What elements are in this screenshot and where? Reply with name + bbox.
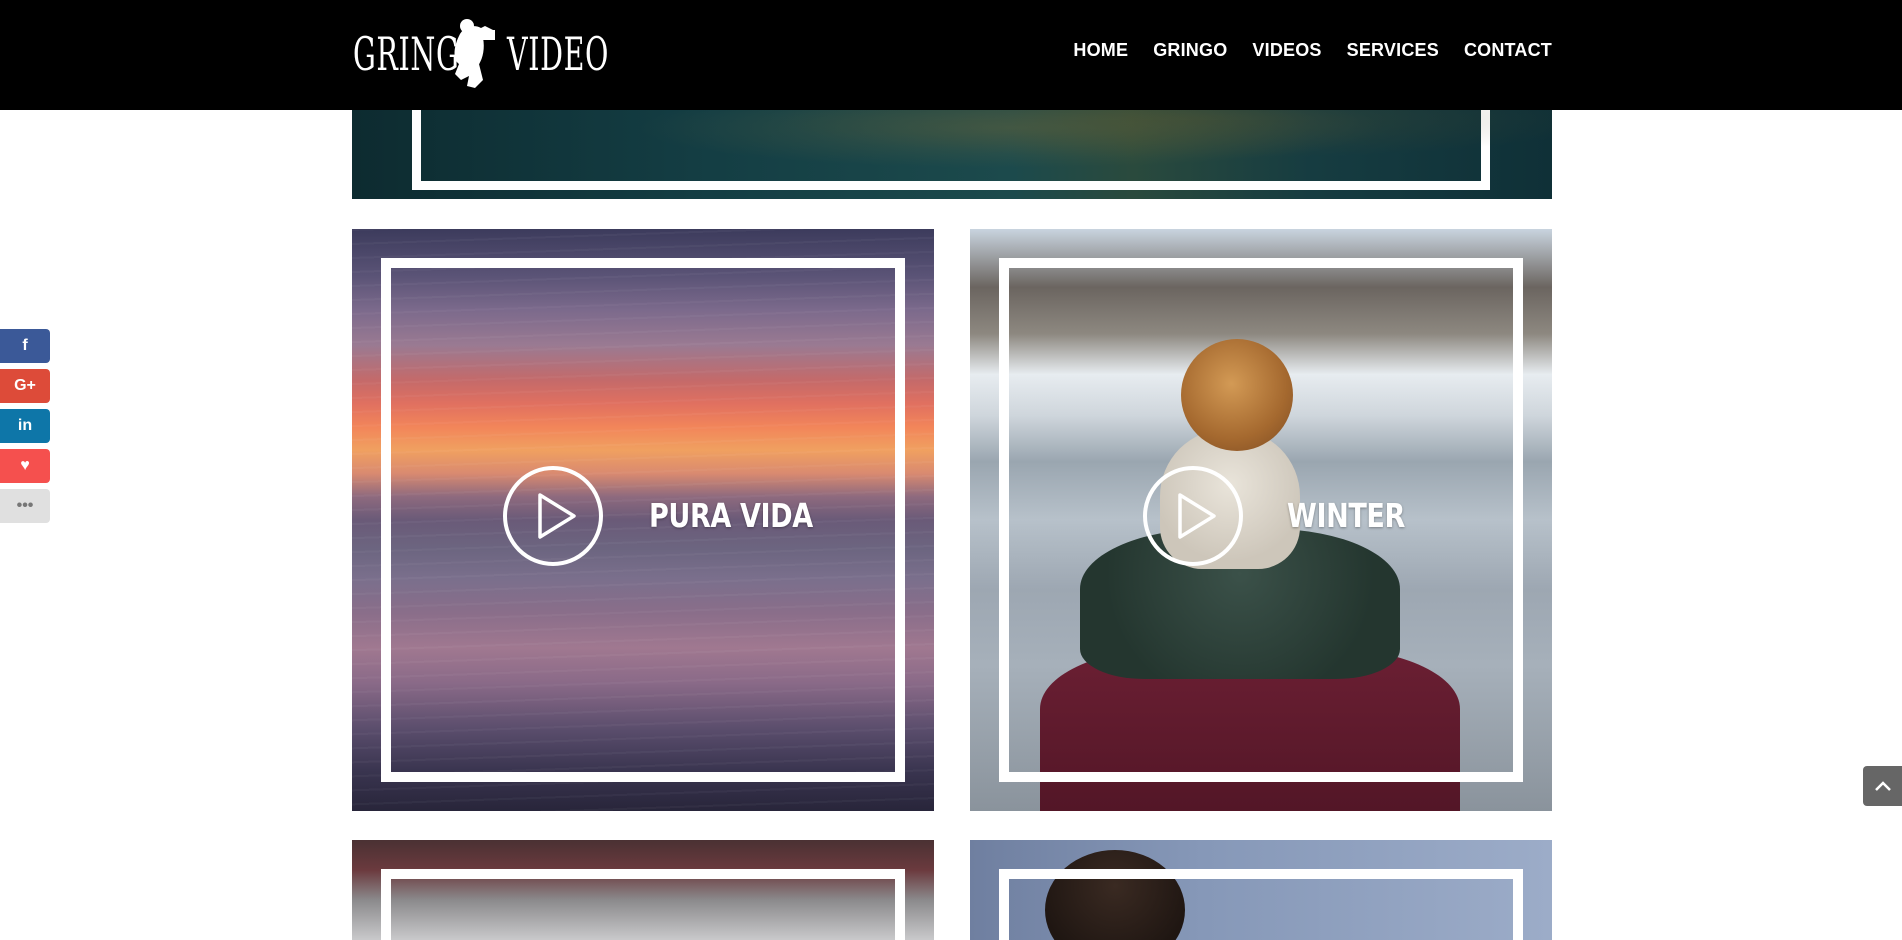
more-share-button[interactable]: ••• — [0, 489, 50, 523]
nav-item-contact[interactable]: CONTACT — [1464, 40, 1552, 61]
video-card-portrait[interactable] — [970, 840, 1552, 940]
video-frame — [381, 258, 905, 782]
video-card-winter[interactable]: WINTER — [970, 229, 1552, 811]
play-icon[interactable] — [502, 465, 604, 567]
linkedin-icon: in — [17, 417, 33, 434]
site-logo[interactable]: GRINGO VIDEO — [353, 14, 610, 94]
video-card-gym[interactable] — [352, 840, 934, 940]
nav-item-videos[interactable]: VIDEOS — [1252, 40, 1321, 61]
social-share-sidebar: f G+ in ♥ ••• — [0, 329, 50, 529]
video-frame — [381, 869, 905, 940]
back-to-top-button[interactable] — [1863, 766, 1902, 806]
google-plus-share-button[interactable]: G+ — [0, 369, 50, 403]
logo-word-gringo: GRINGO — [353, 27, 484, 81]
video-title[interactable]: WINTER — [1287, 496, 1405, 535]
facebook-share-button[interactable]: f — [0, 329, 50, 363]
video-card-pura-vida[interactable]: PURA VIDA — [352, 229, 934, 811]
video-title[interactable]: PURA VIDA — [649, 496, 813, 535]
nav-item-gringo[interactable]: GRINGO — [1153, 40, 1227, 61]
hero-frame — [412, 110, 1490, 190]
nav-item-home[interactable]: HOME — [1073, 40, 1128, 61]
video-frame — [999, 869, 1523, 940]
facebook-icon: f — [22, 337, 28, 354]
linkedin-share-button[interactable]: in — [0, 409, 50, 443]
hero-video-card[interactable] — [352, 110, 1552, 199]
video-frame — [999, 258, 1523, 782]
more-dots-icon: ••• — [16, 497, 34, 514]
logo-word-video: VIDEO — [507, 27, 610, 81]
site-header: GRINGO VIDEO HOME GRINGO VIDEOS SERVICES… — [0, 0, 1902, 110]
heart-icon: ♥ — [20, 457, 30, 474]
google-plus-icon: G+ — [14, 377, 36, 394]
play-icon[interactable] — [1142, 465, 1244, 567]
favorite-button[interactable]: ♥ — [0, 449, 50, 483]
nav-item-services[interactable]: SERVICES — [1347, 40, 1439, 61]
main-nav: HOME GRINGO VIDEOS SERVICES CONTACT — [1073, 40, 1552, 61]
chevron-up-icon — [1874, 781, 1891, 791]
